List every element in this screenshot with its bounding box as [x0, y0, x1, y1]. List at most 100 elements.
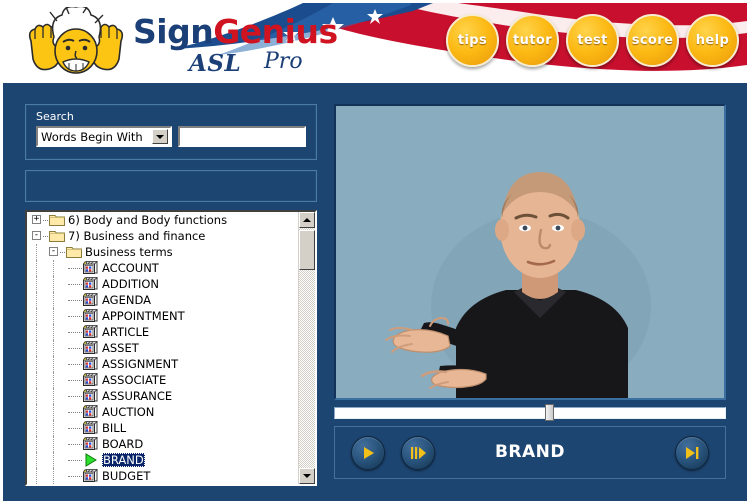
tree-item-label: BRAND — [102, 453, 145, 467]
video-seek-bar[interactable] — [334, 404, 726, 421]
collapse-icon[interactable]: - — [32, 231, 41, 240]
tree-guide-line — [53, 388, 54, 404]
film-clip-icon — [82, 309, 98, 323]
tree-guide-line — [36, 452, 37, 468]
tree-item-label: BILL — [102, 421, 127, 435]
scroll-up-button[interactable] — [299, 212, 315, 228]
tree-item-brand[interactable]: BRAND — [27, 452, 298, 468]
tree-guide-line — [53, 420, 54, 436]
brand-wordmark: SignGenius — [133, 12, 338, 51]
film-clip-icon — [82, 373, 98, 387]
scrollbar-thumb[interactable] — [299, 230, 315, 270]
tree-item-auction[interactable]: AUCTION — [27, 404, 298, 420]
tree-guide-line — [36, 436, 37, 452]
tree-guide-line — [53, 436, 54, 452]
tree-guide-line — [36, 468, 37, 484]
tree-connector — [68, 428, 82, 429]
tree-vertical-scrollbar[interactable] — [298, 212, 315, 484]
tree-item-label: ARTICLE — [102, 325, 150, 339]
tree-item-bill[interactable]: BILL — [27, 420, 298, 436]
tree-guide-line — [36, 372, 37, 388]
film-clip-icon — [82, 293, 98, 307]
tutor-button-label: tutor — [512, 33, 553, 48]
score-button[interactable]: score — [626, 14, 679, 67]
tree-guide-line — [53, 452, 54, 468]
play-icon — [83, 453, 98, 467]
tree-connector — [68, 300, 82, 301]
tree-guide-line — [36, 292, 37, 308]
tree-item-addition[interactable]: ADDITION — [27, 276, 298, 292]
tree-item-account[interactable]: ACCOUNT — [27, 260, 298, 276]
tree-item-label: ASSET — [102, 341, 139, 355]
seek-track[interactable] — [334, 407, 726, 419]
collapse-icon[interactable]: - — [49, 247, 58, 256]
tree-guide-line — [53, 308, 54, 324]
tree-guide-line — [36, 324, 37, 340]
tree-guide-line — [36, 388, 37, 404]
tree-item-assurance[interactable]: ASSURANCE — [27, 388, 298, 404]
search-input[interactable] — [178, 126, 306, 147]
brand-genius-text: Genius — [213, 12, 338, 51]
test-button-label: test — [577, 33, 608, 48]
tree-item-business-terms[interactable]: - Business terms — [27, 244, 298, 260]
tree-guide-line — [53, 260, 54, 276]
film-clip-icon — [82, 469, 98, 483]
tree-connector — [68, 316, 82, 317]
brand-pro-text: Pro — [264, 49, 303, 74]
tree-guide-line — [36, 340, 37, 356]
tree-connector — [43, 236, 48, 237]
scroll-down-button[interactable] — [299, 468, 315, 484]
tree-guide-line — [53, 356, 54, 372]
tree-item-assignment[interactable]: ASSIGNMENT — [27, 356, 298, 372]
tree-item-label: APPOINTMENT — [102, 309, 185, 323]
film-clip-icon — [82, 277, 98, 291]
tree-guide-line — [36, 420, 37, 436]
search-results-panel — [25, 170, 317, 202]
help-button[interactable]: help — [686, 14, 739, 67]
tree-connector — [60, 252, 65, 253]
skip-next-icon — [686, 447, 699, 459]
next-button[interactable] — [675, 436, 709, 470]
player-controls: BRAND — [334, 426, 726, 479]
signgenius-app: SignGenius ASL Pro tips tutor test score… — [0, 0, 750, 504]
film-clip-icon — [82, 421, 98, 435]
score-button-label: score — [631, 33, 674, 48]
tree-connector — [68, 268, 82, 269]
film-clip-icon — [82, 437, 98, 451]
folder-icon — [66, 245, 82, 258]
sign-video-player[interactable] — [334, 104, 726, 400]
tree-item-6-body-and-body-functions[interactable]: +6) Body and Body functions — [27, 212, 298, 228]
chevron-down-icon[interactable] — [152, 129, 168, 144]
search-panel: Search Words Begin With — [25, 104, 317, 160]
tree-item-agenda[interactable]: AGENDA — [27, 292, 298, 308]
tips-button-label: tips — [457, 33, 488, 48]
current-word-label: BRAND — [494, 442, 566, 462]
tree-item-article[interactable]: ARTICLE — [27, 324, 298, 340]
genius-mascot-icon — [28, 7, 124, 74]
search-mode-select[interactable]: Words Begin With — [36, 126, 172, 147]
tree-item-appointment[interactable]: APPOINTMENT — [27, 308, 298, 324]
tree-item-label: Business terms — [85, 245, 173, 259]
tree-item-board[interactable]: BOARD — [27, 436, 298, 452]
search-mode-value: Words Begin With — [41, 129, 143, 144]
right-column: BRAND — [334, 104, 726, 479]
brand-asl-text: ASL — [189, 50, 242, 77]
tree-item-budget[interactable]: BUDGET — [27, 468, 298, 484]
tree-connector — [68, 364, 82, 365]
tree-item-associate[interactable]: ASSOCIATE — [27, 372, 298, 388]
category-tree[interactable]: +6) Body and Body functions - 7) Business … — [25, 210, 317, 486]
tree-scroll-viewport: +6) Body and Body functions - 7) Business … — [27, 212, 298, 484]
tree-guide-line — [53, 340, 54, 356]
test-button[interactable]: test — [566, 14, 619, 67]
seek-thumb[interactable] — [545, 404, 554, 421]
tree-item-label: AUCTION — [102, 405, 155, 419]
tutor-button[interactable]: tutor — [506, 14, 559, 67]
tree-item-asset[interactable]: ASSET — [27, 340, 298, 356]
tree-item-label: ASSIGNMENT — [102, 357, 179, 371]
film-clip-icon — [82, 325, 98, 339]
expand-icon[interactable]: + — [32, 215, 41, 224]
tree-connector — [68, 332, 82, 333]
signgenius-logo: SignGenius ASL Pro — [21, 7, 351, 85]
tree-item-7-business-and-finance[interactable]: - 7) Business and finance — [27, 228, 298, 244]
tips-button[interactable]: tips — [446, 14, 499, 67]
